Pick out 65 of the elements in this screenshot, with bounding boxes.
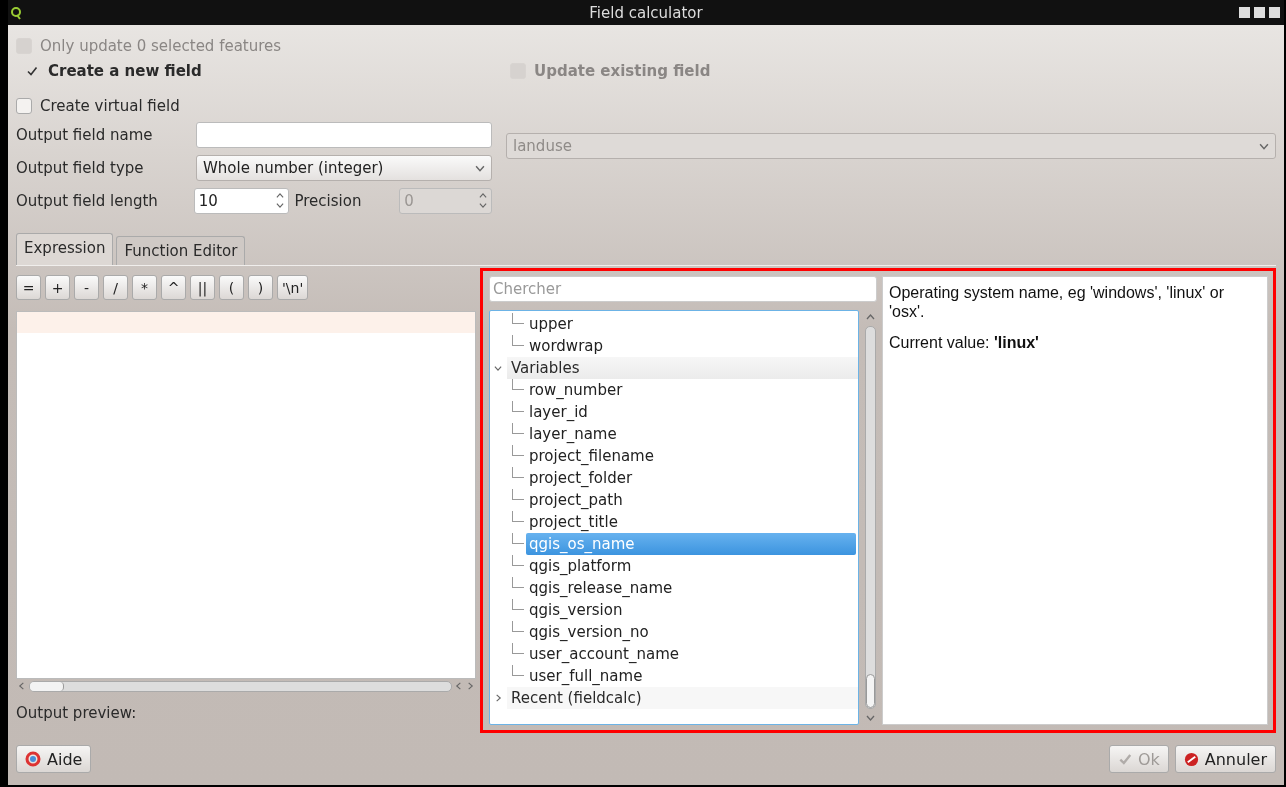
- checkbox-label: Update existing field: [534, 61, 711, 80]
- search-field[interactable]: Chercher: [489, 276, 877, 302]
- operator-button[interactable]: ): [248, 275, 273, 300]
- operator-button[interactable]: *: [132, 275, 157, 300]
- spin-up-icon[interactable]: [275, 192, 284, 200]
- field-label: Output field name: [16, 125, 154, 144]
- tree-item[interactable]: qgis_platform: [526, 555, 856, 577]
- operator-button[interactable]: =: [16, 275, 41, 300]
- window-title: Field calculator: [589, 3, 703, 22]
- horizontal-scrollbar[interactable]: [29, 680, 452, 692]
- checkbox-label: Create a new field: [48, 61, 202, 80]
- field-label: Precision: [294, 191, 363, 210]
- checkbox-label: Create virtual field: [40, 96, 180, 115]
- scroll-down-icon[interactable]: [865, 713, 875, 722]
- checkbox[interactable]: [16, 97, 32, 114]
- cancel-button[interactable]: Annuler: [1174, 745, 1276, 773]
- operator-button[interactable]: /: [103, 275, 128, 300]
- help-description: Operating system name, eg 'windows', 'linux' or 'osx'.: [889, 283, 1226, 321]
- cancel-icon: [1183, 751, 1199, 767]
- tree-item[interactable]: project_filename: [526, 445, 856, 467]
- tree-item[interactable]: layer_id: [526, 401, 856, 423]
- output-preview-label: Output preview:: [16, 704, 137, 722]
- operator-button[interactable]: +: [45, 275, 70, 300]
- tree-item[interactable]: user_full_name: [526, 665, 856, 687]
- operator-button[interactable]: ||: [190, 275, 215, 300]
- tree-item[interactable]: upper: [526, 313, 856, 335]
- tab[interactable]: Expression: [16, 233, 114, 265]
- spin-down-icon[interactable]: [275, 201, 284, 209]
- checkmark-icon: [26, 64, 38, 77]
- output-field-type-dropdown[interactable]: Whole number (integer): [196, 154, 492, 181]
- vertical-scrollbar[interactable]: [864, 326, 876, 709]
- tree-item[interactable]: user_account_name: [526, 643, 856, 665]
- field-label: Output field length: [16, 191, 159, 210]
- current-value-text: Current value: 'linux': [889, 333, 1040, 352]
- collapsed-caret-icon[interactable]: [494, 694, 502, 702]
- scroll-left-icon[interactable]: [18, 682, 26, 690]
- tree-item[interactable]: wordwrap: [526, 335, 856, 357]
- field-length-spinbox[interactable]: 10: [193, 187, 289, 214]
- tab[interactable]: Function Editor: [116, 236, 246, 265]
- operator-button[interactable]: (: [219, 275, 244, 300]
- checkbox-label: Only update 0 selected features: [40, 36, 282, 55]
- operator-button[interactable]: -: [74, 275, 99, 300]
- tree-item[interactable]: project_path: [526, 489, 856, 511]
- operator-button[interactable]: ^: [161, 275, 186, 300]
- tree-item[interactable]: row_number: [526, 379, 856, 401]
- tree-group[interactable]: Variables: [507, 357, 858, 379]
- lifebuoy-icon: [25, 751, 41, 767]
- checkmark-icon: [1117, 752, 1132, 766]
- function-tree[interactable]: [489, 310, 859, 725]
- tree-item[interactable]: qgis_version: [526, 599, 856, 621]
- tree-group[interactable]: Recent (fieldcalc): [507, 687, 858, 709]
- tree-item[interactable]: project_folder: [526, 467, 856, 489]
- scroll-up-icon[interactable]: [865, 313, 875, 322]
- tree-item[interactable]: qgis_version_no: [526, 621, 856, 643]
- expanded-caret-icon[interactable]: [494, 364, 502, 372]
- scroll-right-icon[interactable]: [466, 682, 474, 690]
- app-logo-icon: [10, 6, 22, 20]
- scroll-left-icon[interactable]: [455, 682, 463, 690]
- operator-button[interactable]: '\n': [277, 275, 309, 300]
- output-field-name-input[interactable]: [196, 121, 492, 148]
- field-label: Output field type: [16, 158, 145, 177]
- tree-item[interactable]: project_title: [526, 511, 856, 533]
- tree-item[interactable]: qgis_release_name: [526, 577, 856, 599]
- help-button[interactable]: Aide: [16, 745, 92, 773]
- tree-item[interactable]: layer_name: [526, 423, 856, 445]
